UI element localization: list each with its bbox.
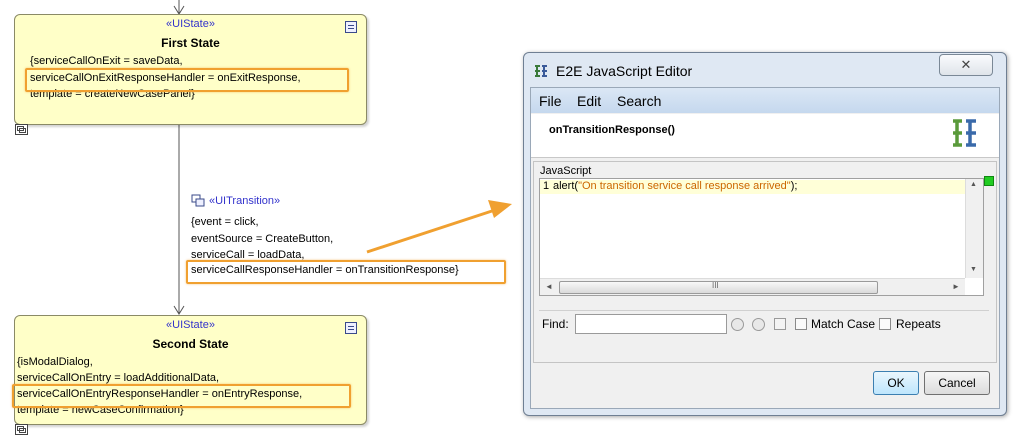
callout-arrow-line xyxy=(366,208,496,254)
find-bar: Find: Match Case Repeats xyxy=(539,310,989,337)
submachine-icon xyxy=(15,124,28,135)
tagged-values-icon xyxy=(345,21,357,33)
second-state-name: Second State xyxy=(152,337,229,351)
menu-edit[interactable]: Edit xyxy=(577,93,601,109)
line-number: 1 xyxy=(543,180,550,192)
close-button[interactable]: ✕ xyxy=(939,54,993,76)
code-string: "On transition service call response arr… xyxy=(578,180,791,192)
e2e-app-icon xyxy=(534,64,548,78)
match-case-checkbox[interactable] xyxy=(795,318,807,330)
scroll-up-arrow[interactable]: ▲ xyxy=(970,181,977,188)
second-state-line-2: serviceCallOnEntry = loadAdditionalData, xyxy=(17,372,220,384)
scroll-grip: III xyxy=(712,281,719,290)
tagged-values-icon xyxy=(345,322,357,334)
highlight-exit-handler xyxy=(25,68,349,92)
menu-search[interactable]: Search xyxy=(617,93,661,109)
scroll-right-arrow[interactable]: ► xyxy=(952,282,960,291)
first-state-stereotype: «UIState» xyxy=(166,18,215,30)
transition-line-2: eventSource = CreateButton, xyxy=(191,233,334,245)
dialog-content: File Edit Search onTransitionResponse() … xyxy=(530,87,1000,409)
transition-line-1: {event = click, xyxy=(191,216,259,228)
second-state-line-1: {isModalDialog, xyxy=(17,356,93,368)
scroll-down-arrow[interactable]: ▼ xyxy=(970,266,977,273)
code-line-1: alert("On transition service call respon… xyxy=(553,180,797,192)
e2e-logo-icon xyxy=(951,118,979,148)
cancel-button[interactable]: Cancel xyxy=(924,371,990,395)
horizontal-scrollbar[interactable]: ◄ III ► xyxy=(540,278,965,295)
javascript-group: JavaScript 1 alert("On transition servic… xyxy=(533,161,997,363)
first-state-line-1: {serviceCallOnExit = saveData, xyxy=(30,55,183,67)
ok-button[interactable]: OK xyxy=(873,371,919,395)
javascript-editor-dialog: E2E JavaScript Editor ✕ File Edit Search… xyxy=(523,52,1007,416)
highlight-entry-handler xyxy=(12,384,351,408)
code-suffix: ); xyxy=(790,180,798,192)
code-prefix: alert( xyxy=(553,180,579,192)
find-previous-icon[interactable] xyxy=(752,318,765,331)
submachine-icon xyxy=(15,424,28,435)
repeats-label: Repeats xyxy=(896,317,941,331)
second-state[interactable]: «UIState» Second State {isModalDialog, s… xyxy=(14,315,367,425)
match-case-label: Match Case xyxy=(811,317,876,331)
menu-file[interactable]: File xyxy=(539,93,562,109)
transition-icon xyxy=(191,194,205,207)
editor-header: onTransitionResponse() xyxy=(531,114,999,158)
find-all-icon[interactable] xyxy=(774,318,786,330)
status-indicator xyxy=(984,176,994,186)
repeats-checkbox[interactable] xyxy=(879,318,891,330)
callout-arrow-head xyxy=(488,200,512,218)
code-editor[interactable]: 1 alert("On transition service call resp… xyxy=(539,178,984,296)
find-input[interactable] xyxy=(575,314,727,334)
function-name: onTransitionResponse() xyxy=(549,124,675,136)
first-state-name: First State xyxy=(161,36,220,50)
find-label: Find: xyxy=(542,317,569,331)
find-next-icon[interactable] xyxy=(731,318,744,331)
second-state-stereotype: «UIState» xyxy=(166,319,215,331)
highlight-transition-handler xyxy=(186,260,506,284)
scroll-left-arrow[interactable]: ◄ xyxy=(545,282,553,291)
vertical-scrollbar[interactable]: ▲ ▼ xyxy=(965,179,983,278)
javascript-group-label: JavaScript xyxy=(540,165,592,177)
menu-bar: File Edit Search xyxy=(531,88,999,113)
horizontal-scroll-thumb[interactable]: III xyxy=(559,281,878,294)
transition-stereotype: «UITransition» xyxy=(209,195,281,207)
dialog-title: E2E JavaScript Editor xyxy=(556,63,693,79)
